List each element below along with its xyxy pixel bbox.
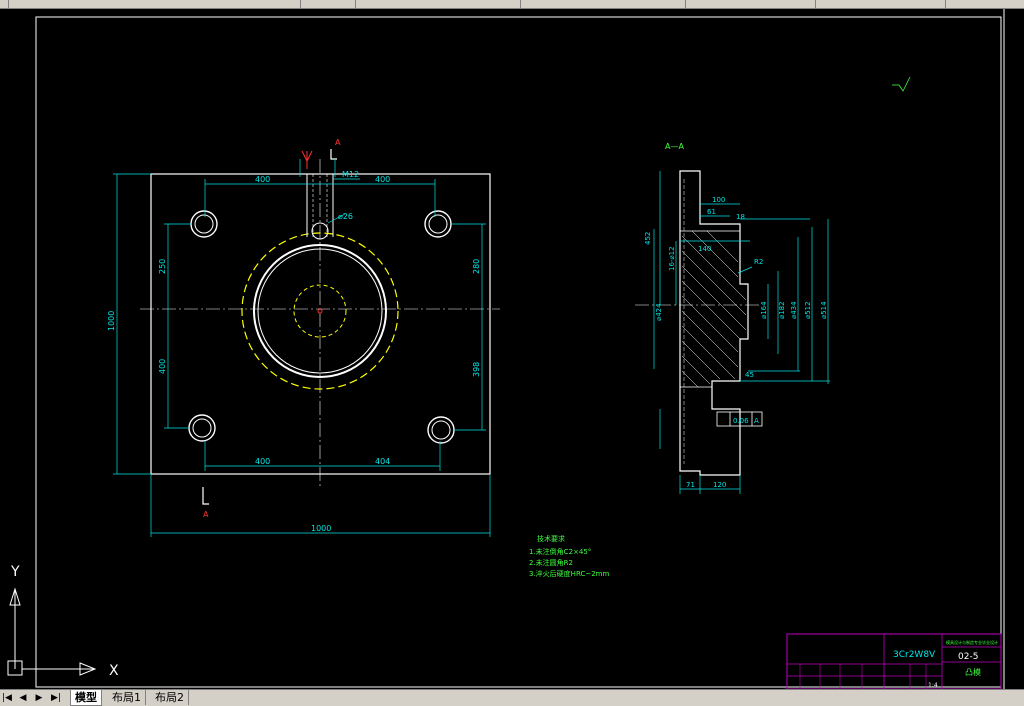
roughness-symbol (892, 76, 911, 92)
dim-120: 120 (713, 481, 726, 489)
dim-right-upper: 280 (472, 259, 481, 274)
title-material: 3Cr2W8V (893, 650, 936, 660)
dim-top-left: 400 (255, 175, 270, 184)
nav-last-button[interactable]: ▶| (50, 692, 62, 704)
dim-bottom-left: 400 (255, 457, 270, 466)
dim-d514: ⌀514 (820, 301, 828, 319)
dim-71: 71 (686, 481, 695, 489)
dim-left-upper: 250 (158, 259, 167, 274)
dim-100: 100 (712, 196, 725, 204)
toolbar-strip (0, 0, 1024, 9)
dim-d434: ⌀434 (790, 301, 798, 319)
section-mark-top-line (330, 149, 337, 160)
dim-d512: ⌀512 (804, 301, 812, 319)
title-part-name: 凸模 (965, 667, 981, 677)
cad-drawing-canvas[interactable]: 400 400 400 404 1000 1000 250 400 280 39… (0, 9, 1024, 689)
hole-dia-label: ⌀26 (338, 212, 353, 221)
notes-line-2: 2.未注圆角R2 (529, 558, 573, 567)
drawing-frame (35, 16, 1002, 688)
title-company: 模具设计与制造专业毕业设计 (946, 639, 998, 645)
notes-line-3: 3.淬火后硬度HRC~2mm (529, 569, 609, 578)
thread-label: M12 (342, 170, 359, 179)
dim-16-412: 16-⌀12 (668, 246, 676, 271)
bolt-hole-tl-inner (194, 214, 214, 234)
dim-d164: ⌀164 (760, 301, 768, 319)
ucs-x-label: X (109, 663, 119, 679)
dim-right-lower: 398 (472, 362, 481, 377)
dim-18: 18 (736, 213, 745, 221)
dim-140: 140 (698, 245, 711, 253)
bolt-hole-bl-inner (192, 418, 212, 438)
tab-layout2[interactable]: 布局2 (151, 690, 189, 705)
layout-tab-bar: |◀ ◀ ▶ ▶| 模型 布局1 布局2 (0, 689, 1024, 706)
plan-view (140, 149, 500, 505)
title-block: 3Cr2W8V 模具设计与制造专业毕业设计 02-5 凸模 1:4 (786, 633, 1002, 689)
tolerance-value: 0.06 (733, 417, 749, 425)
ucs-icon (7, 587, 97, 676)
boss-inner-circle (257, 248, 383, 374)
dim-overall-width: 1000 (311, 524, 331, 533)
dim-d424: ⌀424 (655, 303, 663, 321)
bolt-hole-tr-inner (428, 214, 448, 234)
bolt-hole-br-inner (431, 420, 451, 440)
title-drawing-no: 02-5 (958, 652, 978, 662)
section-mark-bottom: A (203, 510, 209, 519)
dim-left-lower: 400 (158, 359, 167, 374)
tab-layout1[interactable]: 布局1 (108, 690, 146, 705)
tab-model[interactable]: 模型 (70, 690, 102, 706)
technical-notes: 技术要求 1.未注倒角C2×45° 2.未注圆角R2 3.淬火后硬度HRC~2m… (529, 534, 609, 578)
dim-61: 61 (707, 208, 716, 216)
dim-45: 45 (745, 371, 754, 379)
dim-452: 452 (644, 232, 652, 245)
dim-r2: R2 (754, 258, 763, 266)
notes-heading: 技术要求 (537, 534, 565, 543)
nav-next-button[interactable]: ▶ (33, 692, 45, 704)
tolerance-datum: A (754, 417, 759, 425)
dim-overall-height: 1000 (107, 311, 116, 331)
dim-bottom-right: 404 (375, 457, 390, 466)
title-scale: 1:4 (928, 682, 938, 689)
section-mark-bottom-line (202, 487, 209, 505)
nav-first-button[interactable]: |◀ (1, 692, 13, 704)
dim-d182: ⌀182 (778, 301, 786, 319)
notes-line-1: 1.未注倒角C2×45° (529, 547, 591, 556)
nav-prev-button[interactable]: ◀ (17, 692, 29, 704)
section-dimension-labels: 100 61 18 140 R2 45 71 120 452 16-⌀12 ⌀4… (644, 196, 828, 489)
dim-top-right: 400 (375, 175, 390, 184)
section-mark-top: A (335, 138, 341, 147)
ucs-y-label: Y (10, 564, 20, 580)
plate-outline (150, 173, 491, 475)
section-title: A—A (665, 142, 684, 151)
